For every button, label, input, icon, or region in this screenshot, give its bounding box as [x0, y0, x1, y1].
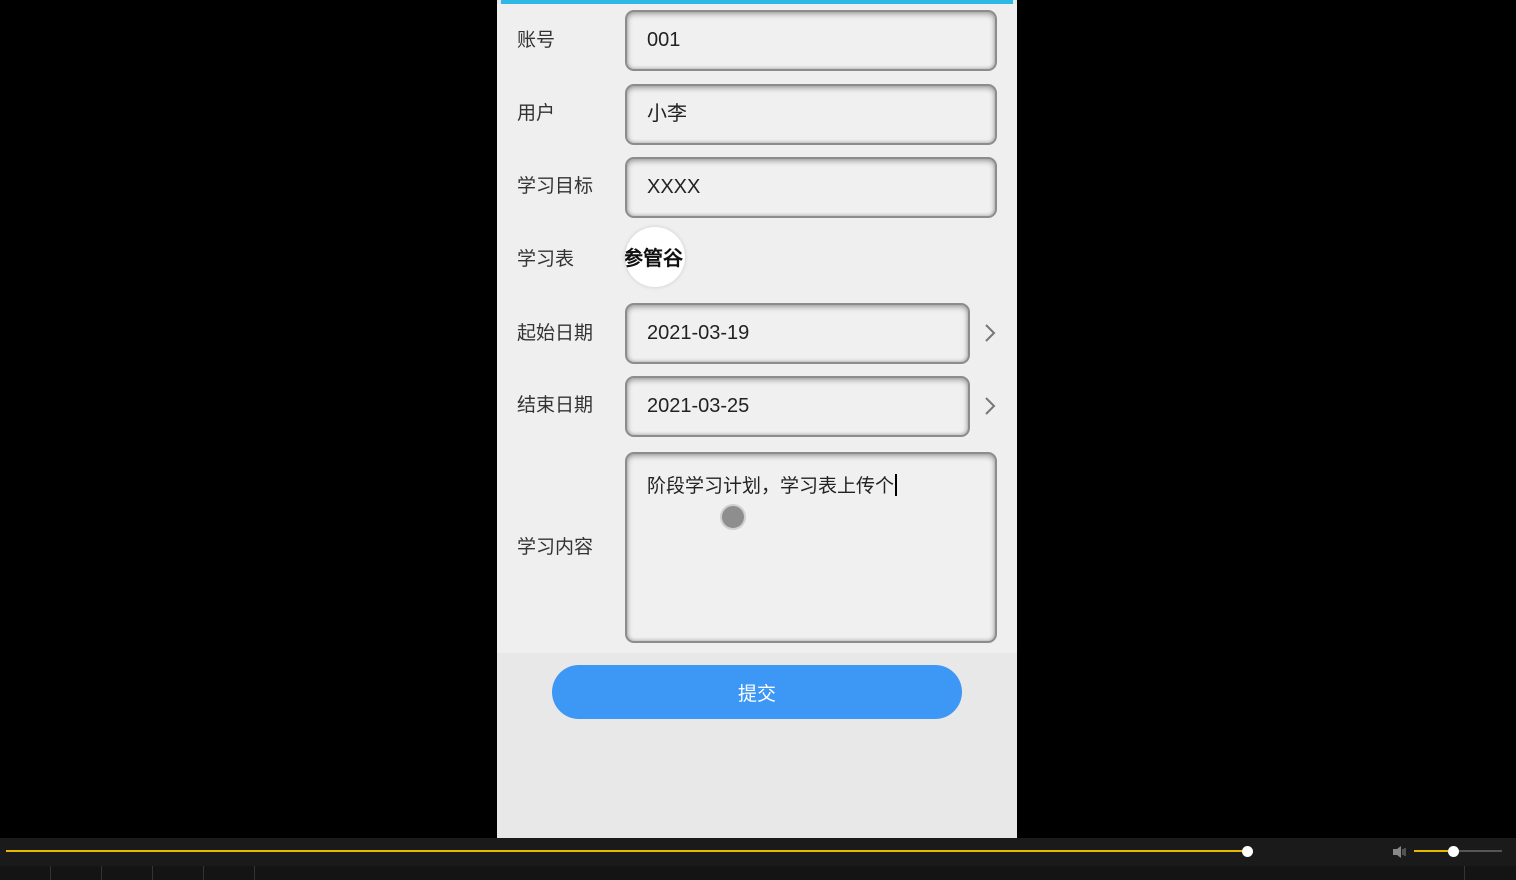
strip-divider: [1464, 866, 1465, 880]
content-text: 阶段学习计划，学习表上传个: [647, 475, 895, 497]
study-sheet-label: 学习表: [517, 248, 575, 270]
start-date-input[interactable]: 2021-03-19: [625, 303, 970, 364]
screen: 账号 001 用户 小李 学习目标 XXXX 学习表 参管谷. 起始日期 202…: [0, 0, 1516, 880]
account-input[interactable]: 001: [625, 10, 997, 71]
progress-track[interactable]: [6, 850, 1248, 852]
text-caret: [895, 474, 898, 496]
goal-input[interactable]: XXXX: [625, 157, 997, 218]
volume-thumb[interactable]: [1448, 846, 1459, 857]
strip-divider: [254, 866, 255, 880]
strip-divider: [152, 866, 153, 880]
study-sheet-thumbnail[interactable]: 参管谷.: [625, 227, 685, 287]
progress-thumb[interactable]: [1242, 846, 1253, 857]
strip-divider: [101, 866, 102, 880]
submit-button[interactable]: 提交: [552, 665, 962, 719]
content-textarea[interactable]: 阶段学习计划，学习表上传个: [625, 452, 997, 643]
study-sheet-thumbnail-text: 参管谷.: [625, 246, 685, 270]
touch-cursor: [720, 504, 746, 530]
phone-frame: 账号 001 用户 小李 学习目标 XXXX 学习表 参管谷. 起始日期 202…: [497, 0, 1017, 838]
user-label: 用户: [517, 102, 556, 124]
start-date-label: 起始日期: [517, 322, 594, 344]
study-sheet-image: 参管谷.: [625, 246, 685, 270]
chevron-right-icon[interactable]: [982, 394, 1000, 418]
chevron-right-icon[interactable]: [982, 321, 1000, 345]
speaker-icon[interactable]: [1392, 844, 1408, 858]
content-label: 学习内容: [517, 536, 594, 558]
end-date-label: 结束日期: [517, 394, 594, 416]
strip-divider: [50, 866, 51, 880]
strip-divider: [203, 866, 204, 880]
account-label: 账号: [517, 29, 556, 51]
goal-label: 学习目标: [517, 175, 594, 197]
end-date-input[interactable]: 2021-03-25: [625, 376, 970, 437]
player-bottom-strip: [0, 866, 1516, 880]
user-input[interactable]: 小李: [625, 84, 997, 145]
